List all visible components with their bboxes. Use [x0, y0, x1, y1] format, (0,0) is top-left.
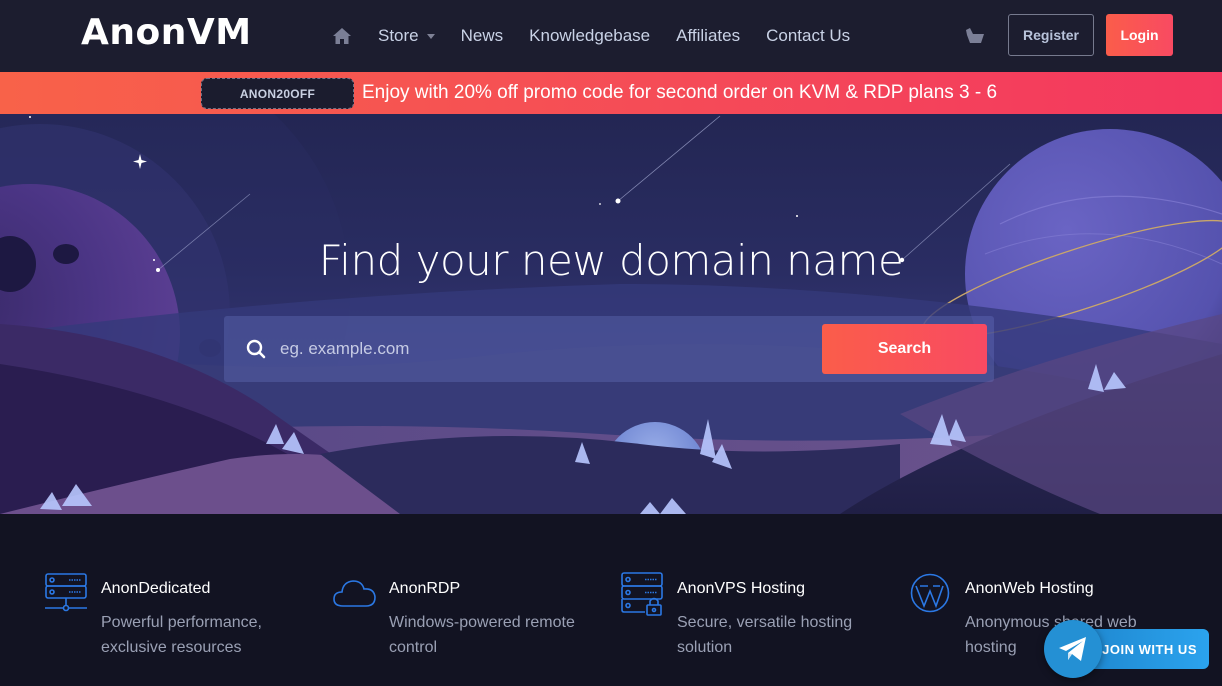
nav-store[interactable]: Store [378, 26, 435, 46]
features-section: AnonDedicated Powerful performance, excl… [0, 514, 1222, 686]
cart-icon[interactable] [964, 26, 986, 46]
domain-search-bar: Search [224, 316, 994, 382]
wordpress-icon [909, 572, 953, 616]
feature-title: AnonWeb Hosting [965, 580, 1094, 597]
space-illustration [0, 114, 1222, 514]
register-button[interactable]: Register [1008, 14, 1094, 56]
server-icon [45, 572, 89, 616]
promo-code[interactable]: ANON20OFF [201, 78, 354, 109]
telegram-join-label: JOIN WITH US [1084, 629, 1209, 669]
main-nav: Store News Knowledgebase Affiliates Cont… [332, 0, 876, 72]
hero-section: Find your new domain name Search [0, 114, 1222, 514]
feature-title: AnonDedicated [101, 580, 211, 597]
chevron-down-icon [426, 33, 435, 39]
secure-server-icon [621, 572, 665, 616]
telegram-icon [1044, 620, 1102, 678]
nav-contact-us[interactable]: Contact Us [766, 26, 850, 46]
feature-title: AnonRDP [389, 580, 461, 597]
promo-text: Enjoy with 20% off promo code for second… [362, 82, 998, 103]
domain-search-input[interactable] [280, 328, 800, 370]
feature-description: Windows-powered remote control [389, 614, 575, 656]
promo-banner: ANON20OFF Enjoy with 20% off promo code … [0, 72, 1222, 114]
home-icon[interactable] [332, 25, 354, 47]
search-icon [246, 339, 266, 359]
site-header: AnonVM Store News Knowledgebase Affiliat… [0, 0, 1222, 72]
nav-affiliates[interactable]: Affiliates [676, 26, 740, 46]
login-button[interactable]: Login [1106, 14, 1173, 56]
hero-title: Find your new domain name [318, 236, 904, 285]
cloud-icon [333, 572, 377, 616]
telegram-join-button[interactable]: JOIN WITH US [1044, 604, 1209, 678]
feature-title: AnonVPS Hosting [677, 580, 806, 597]
search-button[interactable]: Search [822, 324, 987, 374]
logo[interactable]: AnonVM [81, 12, 252, 53]
nav-news[interactable]: News [461, 26, 504, 46]
nav-knowledgebase[interactable]: Knowledgebase [529, 26, 650, 46]
feature-description: Powerful performance, exclusive resource… [101, 614, 262, 656]
nav-store-label: Store [378, 26, 419, 45]
feature-description: Secure, versatile hosting solution [677, 614, 853, 656]
